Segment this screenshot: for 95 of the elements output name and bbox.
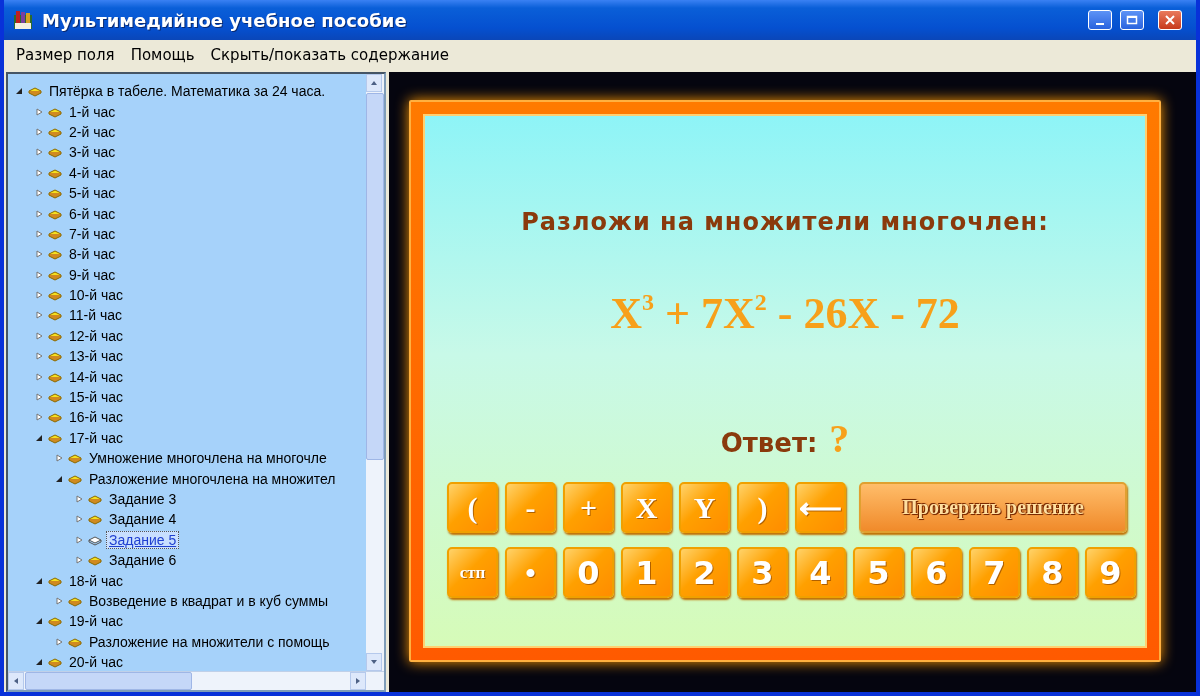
expand-icon[interactable] <box>54 453 64 464</box>
expand-icon[interactable] <box>34 351 44 362</box>
up-arrow-icon <box>370 80 378 86</box>
tree-item[interactable]: 5-й час <box>66 184 119 203</box>
tree-item[interactable]: 7-й час <box>66 224 119 243</box>
tree-item[interactable]: 1-й час <box>66 102 119 121</box>
book-icon <box>48 248 62 261</box>
close-button[interactable] <box>1158 10 1182 30</box>
tree-item[interactable]: 14-й час <box>66 367 127 386</box>
maximize-button[interactable] <box>1120 10 1144 30</box>
book-icon <box>48 289 62 302</box>
scroll-left-button[interactable] <box>8 672 24 690</box>
expand-icon[interactable] <box>34 330 44 341</box>
book-icon <box>48 615 62 628</box>
menu-item[interactable]: Размер поля <box>8 46 123 64</box>
expand-icon[interactable] <box>34 106 44 117</box>
expand-icon[interactable] <box>34 188 44 199</box>
expand-icon[interactable] <box>34 310 44 321</box>
tree-item[interactable]: 20-й час <box>66 653 127 671</box>
book-icon <box>48 656 62 669</box>
app-icon <box>12 9 34 31</box>
tree-item[interactable]: Умножение многочлена на многочле <box>86 449 330 468</box>
book-icon <box>28 85 42 98</box>
collapse-icon[interactable] <box>34 657 44 668</box>
tree-item[interactable]: Задание 4 <box>106 510 180 529</box>
expand-icon[interactable] <box>34 371 44 382</box>
tree-item[interactable]: 18-й час <box>66 571 127 590</box>
book-icon <box>68 452 82 465</box>
tree-item[interactable]: 2-й час <box>66 122 119 141</box>
book-icon <box>48 309 62 322</box>
task-prompt: Разложи на множители многочлен: <box>521 208 1049 236</box>
close-icon <box>1164 15 1176 25</box>
expand-icon[interactable] <box>74 514 84 525</box>
expand-icon[interactable] <box>34 392 44 403</box>
down-arrow-icon <box>370 659 378 665</box>
expand-icon[interactable] <box>34 269 44 280</box>
tree-item[interactable]: Задание 6 <box>106 551 180 570</box>
maximize-icon <box>1126 15 1138 25</box>
minimize-button[interactable] <box>1088 10 1112 30</box>
expand-icon[interactable] <box>74 534 84 545</box>
scroll-up-button[interactable] <box>366 74 382 92</box>
expand-icon[interactable] <box>34 290 44 301</box>
tree-item[interactable]: 11-й час <box>66 306 125 325</box>
scroll-right-button[interactable] <box>350 672 366 690</box>
book-icon <box>48 350 62 363</box>
expand-icon[interactable] <box>54 636 64 647</box>
tree-item[interactable]: Возведение в квадрат и в куб суммы <box>86 591 332 610</box>
window-title: Мультимедийное учебное пособие <box>42 9 408 31</box>
tree-item[interactable]: 6-й час <box>66 204 119 223</box>
tree-item[interactable]: 13-й час <box>66 347 127 366</box>
right-arrow-icon <box>355 677 361 685</box>
book-icon <box>88 554 102 567</box>
expand-icon[interactable] <box>34 167 44 178</box>
book-icon <box>48 411 62 424</box>
expand-icon[interactable] <box>34 126 44 137</box>
tree-item[interactable]: 17-й час <box>66 428 127 447</box>
scrollbar-thumb[interactable] <box>366 93 384 460</box>
book-icon <box>48 187 62 200</box>
tree-item[interactable]: 8-й час <box>66 245 119 264</box>
expand-icon[interactable] <box>34 249 44 260</box>
expand-icon[interactable] <box>34 228 44 239</box>
expand-icon[interactable] <box>34 208 44 219</box>
tree-item[interactable]: 16-й час <box>66 408 127 427</box>
tree-item[interactable]: 4-й час <box>66 163 119 182</box>
expand-icon[interactable] <box>74 555 84 566</box>
left-arrow-icon <box>13 677 19 685</box>
collapse-icon[interactable] <box>34 616 44 627</box>
tree-item[interactable]: Задание 5 <box>106 530 180 549</box>
polynomial-formula: X$^{3}$ + 7X$^{2}$ - 26X - 72 <box>610 288 960 339</box>
tree-item[interactable]: 9-й час <box>66 265 119 284</box>
tree-item[interactable]: 15-й час <box>66 388 127 407</box>
expand-icon[interactable] <box>74 494 84 504</box>
tree-item[interactable]: 19-й час <box>66 612 127 631</box>
book-icon <box>48 146 62 159</box>
menu-item[interactable]: Скрыть/показать содержание <box>202 46 457 64</box>
tree-item[interactable]: Задание 3 <box>106 490 180 508</box>
tree-item[interactable]: Разложение на множители с помощь <box>86 632 333 651</box>
book-icon <box>88 493 102 505</box>
tree-item[interactable]: 3-й час <box>66 143 119 162</box>
answer-label: Ответ: <box>720 428 818 458</box>
minimize-icon <box>1096 22 1104 25</box>
book-icon <box>88 513 102 526</box>
tree-item[interactable]: Пятёрка в табеле. Математика за 24 часа. <box>46 82 329 101</box>
collapse-icon[interactable] <box>14 86 24 97</box>
expand-icon[interactable] <box>54 595 64 606</box>
tree-item[interactable]: 10-й час <box>66 286 127 305</box>
expand-icon[interactable] <box>34 412 44 423</box>
answer-field: ? <box>829 415 850 462</box>
scroll-down-button[interactable] <box>366 653 382 671</box>
tree-item[interactable]: Разложение многочлена на множител <box>86 469 339 488</box>
book-icon <box>48 391 62 404</box>
scrollbar-thumb[interactable] <box>25 672 192 690</box>
menu-item[interactable]: Помощь <box>122 46 203 64</box>
tree-item[interactable]: 12-й час <box>66 326 127 345</box>
expand-icon[interactable] <box>34 147 44 158</box>
